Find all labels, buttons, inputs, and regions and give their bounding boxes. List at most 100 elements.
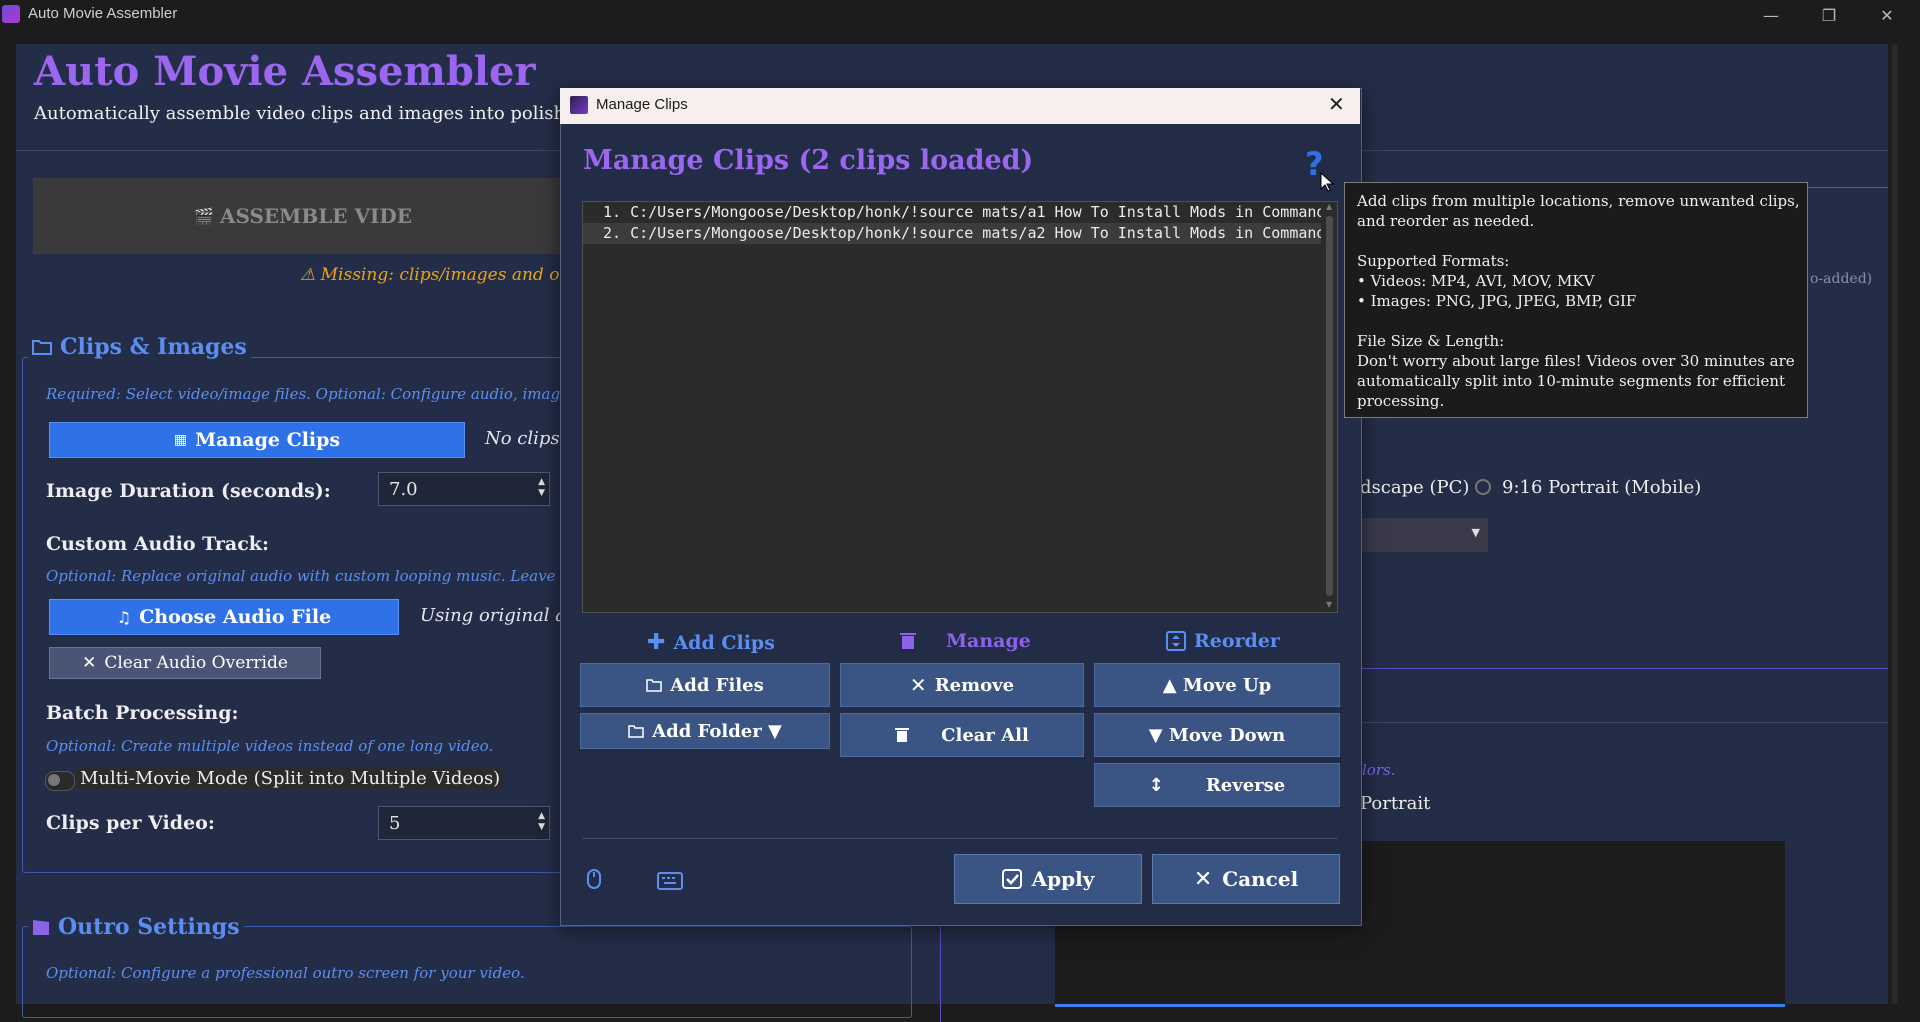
image-duration-value: 7.0 — [389, 478, 418, 500]
reorder-section-label: Reorder — [1166, 630, 1280, 652]
spin-arrows-icon[interactable]: ▲ ▼ — [538, 477, 545, 499]
portrait-option-label[interactable]: 9:16 Portrait (Mobile) — [1502, 477, 1701, 498]
tooltip-line: processing. — [1357, 392, 1445, 410]
clapperboard-icon — [33, 920, 49, 935]
clear-all-label: Clear All — [941, 724, 1029, 746]
clip-list-item[interactable]: 1. C:/Users/Mongoose/Desktop/honk/!sourc… — [583, 202, 1321, 223]
manage-clips-button[interactable]: ▦ Manage Clips — [49, 422, 465, 458]
clips-hint: Required: Select video/image files. Opti… — [46, 385, 629, 403]
manage-section-text: Manage — [946, 630, 1031, 652]
mouse-icon — [587, 869, 601, 889]
folder-icon — [32, 340, 52, 355]
clip-list-scroll-thumb[interactable] — [1326, 216, 1333, 596]
manage-clips-label: Manage Clips — [195, 429, 341, 451]
add-clips-section-label: ✚ Add Clips — [647, 630, 775, 655]
batch-label: Batch Processing: — [46, 702, 239, 724]
move-down-label: ▼ Move Down — [1148, 724, 1286, 746]
custom-audio-label: Custom Audio Track: — [46, 533, 269, 555]
portrait-radio[interactable] — [1475, 479, 1491, 495]
dialog-heading: Manage Clips (2 clips loaded) — [583, 145, 1034, 176]
assemble-video-button[interactable]: 🎬 ASSEMBLE VIDE — [33, 178, 573, 254]
auto-added-note: o-added) — [1810, 271, 1873, 287]
clips-images-title: Clips & Images — [28, 334, 251, 360]
move-up-label: ▲ Move Up — [1162, 674, 1272, 696]
main-scrollbar-thumb[interactable] — [1892, 44, 1898, 1004]
colors-hint: lors. — [1362, 761, 1396, 779]
trash-icon — [900, 633, 916, 649]
manage-clips-icon: ▦ — [173, 432, 188, 448]
tooltip-line — [1357, 231, 1795, 251]
add-files-button[interactable]: Add Files — [580, 663, 830, 707]
clips-images-title-text: Clips & Images — [60, 334, 247, 360]
dialog-divider — [582, 838, 1338, 839]
right-divider-2 — [1360, 668, 1888, 669]
chevron-down-icon: ▼ — [1471, 526, 1480, 539]
dialog-app-icon — [570, 96, 588, 114]
window-title: Auto Movie Assembler — [28, 5, 178, 22]
portrait-label: Portrait — [1360, 793, 1431, 814]
plus-icon: ✚ — [647, 630, 666, 655]
right-divider-3 — [1360, 722, 1888, 723]
landscape-option-label[interactable]: dscape (PC) — [1360, 477, 1469, 498]
clips-per-video-spinbox[interactable]: 5 ▲ ▼ — [378, 806, 550, 840]
spin-arrows-icon[interactable]: ▲ ▼ — [538, 811, 545, 833]
tooltip-line: • Videos: MP4, AVI, MOV, MKV — [1357, 272, 1595, 290]
reverse-label: Reverse — [1205, 774, 1286, 796]
apply-label: Apply — [1031, 867, 1095, 891]
choose-audio-label: Choose Audio File — [139, 606, 332, 628]
cancel-button[interactable]: ✕ Cancel — [1152, 854, 1340, 904]
resolution-dropdown[interactable]: ▼ — [1360, 518, 1488, 552]
close-window-button[interactable]: ✕ — [1859, 2, 1915, 28]
scroll-up-arrow-icon[interactable]: ▲ — [1326, 202, 1332, 211]
outro-title: Outro Settings — [28, 914, 244, 940]
clapper-icon: 🎬 — [194, 206, 214, 226]
toggle-knob — [48, 774, 60, 786]
tooltip-line: Add clips from multiple locations, remov… — [1357, 192, 1800, 210]
app-icon — [2, 5, 20, 23]
tooltip-line: and reorder as needed. — [1357, 212, 1535, 230]
manage-section-label: Manage — [900, 630, 1031, 652]
remove-button[interactable]: ✕ Remove — [840, 663, 1084, 707]
tooltip-line — [1357, 311, 1795, 331]
clear-audio-button[interactable]: ✕ Clear Audio Override — [49, 647, 321, 679]
move-down-button[interactable]: ▼ Move Down — [1094, 713, 1340, 757]
window-titlebar — [0, 0, 1920, 44]
dialog-close-icon[interactable]: ✕ — [1328, 92, 1345, 116]
custom-audio-hint: Optional: Replace original audio with cu… — [46, 567, 628, 585]
x-icon: ✕ — [82, 653, 97, 673]
clips-per-video-label: Clips per Video: — [46, 812, 215, 834]
add-folder-button[interactable]: Add Folder ▼ — [580, 713, 830, 749]
clip-list-item[interactable]: 2. C:/Users/Mongoose/Desktop/honk/!sourc… — [583, 223, 1321, 244]
app-subtitle: Automatically assemble video clips and i… — [34, 103, 642, 124]
reverse-button[interactable]: ↕ Reverse — [1094, 763, 1340, 807]
no-clips-status: No clips l — [485, 428, 572, 449]
cancel-label: Cancel — [1222, 867, 1299, 891]
move-up-button[interactable]: ▲ Move Up — [1094, 663, 1340, 707]
maximize-button[interactable]: ❐ — [1801, 2, 1857, 28]
dialog-title: Manage Clips — [596, 96, 688, 113]
updown-arrow-icon: ↕ — [1148, 774, 1164, 796]
clear-audio-label: Clear Audio Override — [104, 653, 288, 673]
app-heading: Auto Movie Assembler — [34, 48, 536, 95]
missing-warning: ⚠ Missing: clips/images and out — [300, 265, 578, 285]
scroll-down-arrow-icon[interactable]: ▼ — [1326, 600, 1332, 609]
folder-plus-icon — [646, 679, 663, 692]
tooltip-line: • Images: PNG, JPG, JPEG, BMP, GIF — [1357, 292, 1637, 310]
choose-audio-button[interactable]: ♫ Choose Audio File — [49, 599, 399, 635]
multi-movie-label[interactable]: Multi-Movie Mode (Split into Multiple Vi… — [76, 768, 505, 789]
tooltip-line: automatically split into 10-minute segme… — [1357, 372, 1786, 390]
clear-all-button[interactable]: Clear All — [840, 713, 1084, 757]
trash-icon — [895, 728, 910, 742]
assemble-label: ASSEMBLE VIDE — [219, 204, 412, 228]
tooltip-line: Supported Formats: — [1357, 252, 1510, 270]
keyboard-icon — [657, 872, 683, 890]
batch-hint: Optional: Create multiple videos instead… — [46, 737, 494, 755]
image-duration-spinbox[interactable]: 7.0 ▲ ▼ — [378, 472, 550, 506]
remove-label: Remove — [934, 674, 1015, 696]
outro-title-text: Outro Settings — [58, 914, 240, 940]
minimize-button[interactable]: — — [1743, 2, 1799, 28]
image-duration-label: Image Duration (seconds): — [46, 480, 331, 502]
apply-button[interactable]: Apply — [954, 854, 1142, 904]
clip-list[interactable]: 1. C:/Users/Mongoose/Desktop/honk/!sourc… — [582, 201, 1338, 613]
folder-icon — [628, 725, 644, 738]
